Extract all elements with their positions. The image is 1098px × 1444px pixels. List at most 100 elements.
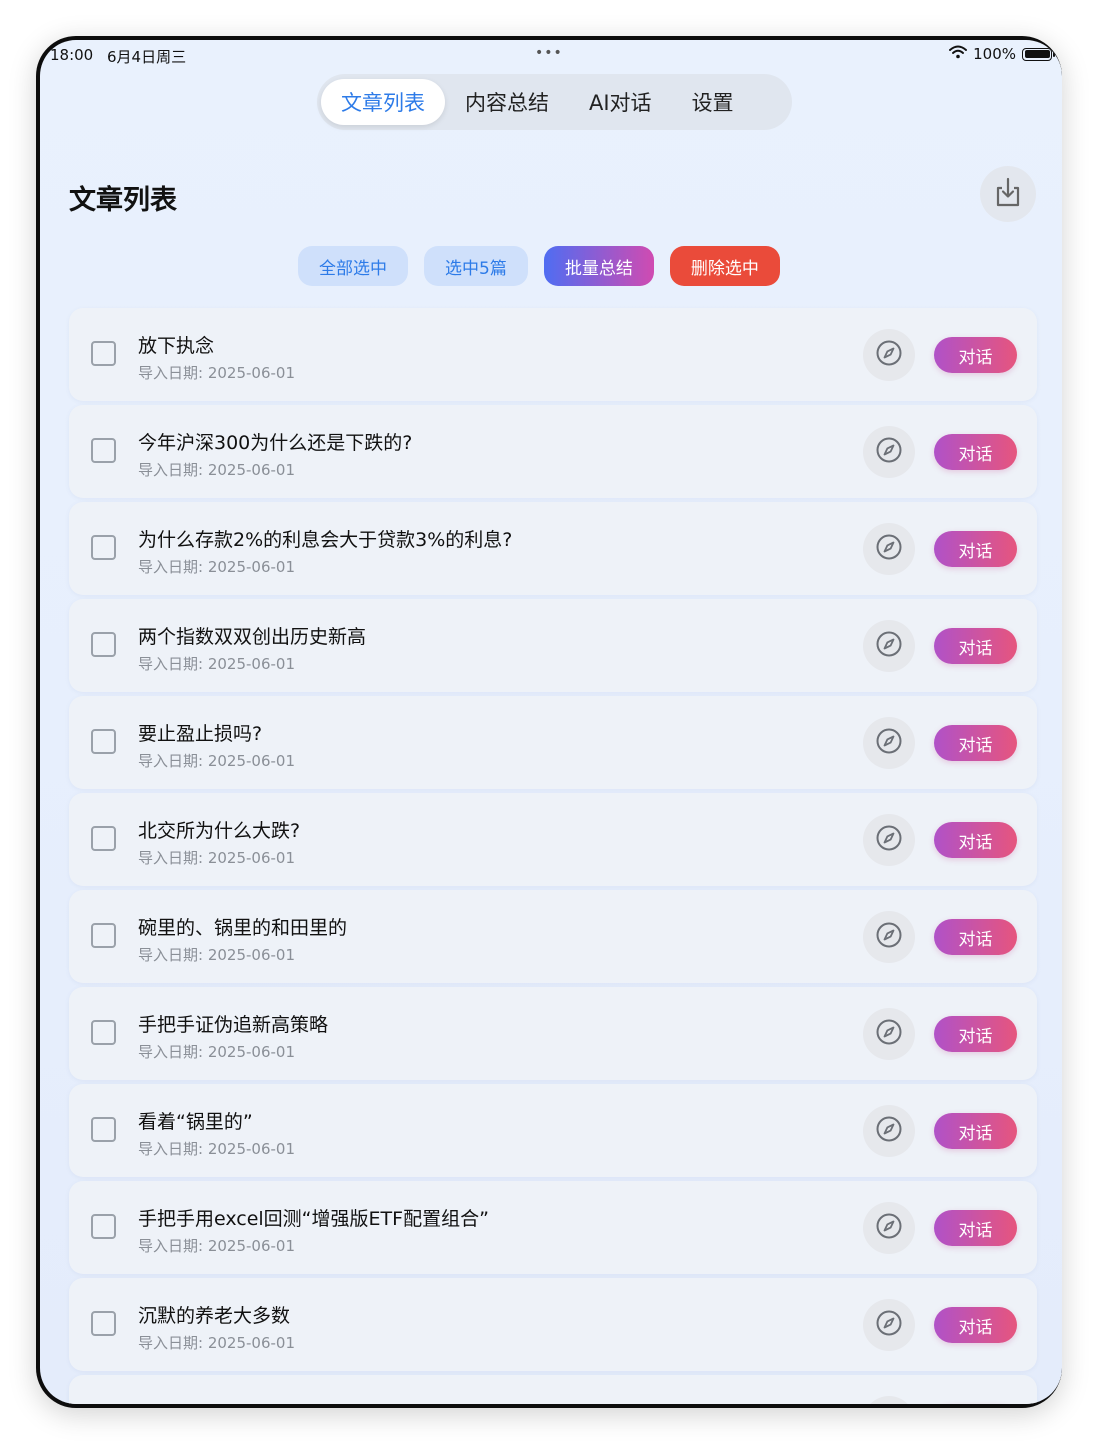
chat-button[interactable]: 对话 (934, 1307, 1017, 1343)
article-checkbox[interactable] (91, 1117, 116, 1142)
battery-icon (1022, 47, 1055, 61)
compass-button[interactable] (863, 1396, 915, 1404)
article-checkbox[interactable] (91, 1311, 116, 1336)
page-title: 文章列表 (69, 185, 177, 216)
article-import-date: 导入日期: 2025-06-01 (138, 946, 295, 964)
compass-icon (875, 727, 903, 759)
article-import-date: 导入日期: 2025-06-01 (138, 1237, 295, 1255)
device-frame: 18:00 6月4日周三 ••• 100% 文章列表 内容总结 AI对话 设置 (36, 36, 1062, 1408)
article-title: 手把手证伪追新高策略 (138, 1014, 329, 1036)
article-row[interactable]: 要止盈止损吗? 导入日期: 2025-06-01 对话 (69, 696, 1037, 789)
compass-button[interactable] (863, 620, 915, 672)
article-import-date: 导入日期: 2025-06-01 (138, 1043, 295, 1061)
article-title: 看着“锅里的” (138, 1111, 253, 1133)
compass-icon (875, 533, 903, 565)
compass-button[interactable] (863, 911, 915, 963)
download-tray-icon (993, 176, 1023, 212)
delete-selected-button[interactable]: 删除选中 (669, 246, 780, 286)
compass-button[interactable] (863, 329, 915, 381)
article-import-date: 导入日期: 2025-06-01 (138, 461, 295, 479)
article-title: 沉默的养老大多数 (138, 1305, 291, 1327)
article-row[interactable]: 两个指数双双创出历史新高 导入日期: 2025-06-01 对话 (69, 599, 1037, 692)
article-title: 要止盈止损吗? (138, 723, 263, 745)
compass-icon (875, 436, 903, 468)
compass-button[interactable] (863, 1299, 915, 1351)
article-checkbox[interactable] (91, 923, 116, 948)
article-title: 手把手用excel回测“增强版ETF配置组合” (138, 1208, 489, 1230)
compass-icon (875, 824, 903, 856)
article-row[interactable]: 碗里的、锅里的和田里的 导入日期: 2025-06-01 对话 (69, 890, 1037, 983)
chat-button[interactable]: 对话 (934, 434, 1017, 470)
article-row[interactable]: 北交所为什么大跌? 导入日期: 2025-06-01 对话 (69, 793, 1037, 886)
article-row[interactable]: 沉默的养老大多数 导入日期: 2025-06-01 对话 (69, 1278, 1037, 1371)
compass-button[interactable] (863, 814, 915, 866)
compass-icon (875, 1309, 903, 1341)
compass-icon (875, 921, 903, 953)
article-row[interactable]: 对话 (69, 1375, 1037, 1404)
chat-button[interactable]: 对话 (934, 725, 1017, 761)
article-checkbox[interactable] (91, 1020, 116, 1045)
chat-button[interactable]: 对话 (934, 1016, 1017, 1052)
compass-button[interactable] (863, 1105, 915, 1157)
tab-settings[interactable]: 设置 (672, 79, 754, 125)
status-bar: 18:00 6月4日周三 ••• 100% (40, 40, 1062, 70)
compass-button[interactable] (863, 426, 915, 478)
article-import-date: 导入日期: 2025-06-01 (138, 849, 295, 867)
wifi-icon (949, 45, 968, 63)
article-title: 今年沪深300为什么还是下跌的? (138, 432, 413, 454)
battery-percent: 100% (973, 45, 1016, 63)
tab-ai-chat[interactable]: AI对话 (569, 79, 672, 125)
compass-button[interactable] (863, 717, 915, 769)
article-row[interactable]: 今年沪深300为什么还是下跌的? 导入日期: 2025-06-01 对话 (69, 405, 1037, 498)
article-list: 放下执念 导入日期: 2025-06-01 对话 今年沪深300为什么还是下跌的… (69, 308, 1037, 1404)
article-import-date: 导入日期: 2025-06-01 (138, 558, 295, 576)
article-import-date: 导入日期: 2025-06-01 (138, 655, 295, 673)
article-import-date: 导入日期: 2025-06-01 (138, 752, 295, 770)
article-checkbox[interactable] (91, 535, 116, 560)
chat-button[interactable]: 对话 (934, 919, 1017, 955)
compass-button[interactable] (863, 1008, 915, 1060)
app-screen: 18:00 6月4日周三 ••• 100% 文章列表 内容总结 AI对话 设置 (40, 40, 1062, 1404)
compass-icon (875, 1212, 903, 1244)
chat-button[interactable]: 对话 (934, 822, 1017, 858)
status-right: 100% (949, 45, 1055, 63)
article-row[interactable]: 放下执念 导入日期: 2025-06-01 对话 (69, 308, 1037, 401)
compass-icon (875, 339, 903, 371)
article-checkbox[interactable] (91, 341, 116, 366)
article-import-date: 导入日期: 2025-06-01 (138, 364, 295, 382)
compass-button[interactable] (863, 1202, 915, 1254)
multitasking-dots[interactable]: ••• (535, 45, 563, 61)
select-all-button[interactable]: 全部选中 (298, 246, 408, 286)
article-row[interactable]: 手把手用excel回测“增强版ETF配置组合” 导入日期: 2025-06-01… (69, 1181, 1037, 1274)
chat-button[interactable]: 对话 (934, 628, 1017, 664)
status-time: 18:00 (50, 46, 94, 64)
export-button[interactable] (980, 166, 1036, 222)
chat-button[interactable]: 对话 (934, 531, 1017, 567)
article-checkbox[interactable] (91, 632, 116, 657)
bulk-actions: 全部选中 选中5篇 批量总结 删除选中 (298, 246, 780, 286)
article-import-date: 导入日期: 2025-06-01 (138, 1140, 295, 1158)
article-title: 为什么存款2%的利息会大于贷款3%的利息? (138, 529, 513, 551)
article-checkbox[interactable] (91, 1214, 116, 1239)
article-checkbox[interactable] (91, 826, 116, 851)
article-title: 碗里的、锅里的和田里的 (138, 917, 348, 939)
main-tab-bar: 文章列表 内容总结 AI对话 设置 (317, 74, 792, 130)
compass-icon (875, 1115, 903, 1147)
batch-summary-button[interactable]: 批量总结 (543, 246, 654, 286)
chat-button[interactable]: 对话 (934, 1113, 1017, 1149)
tab-article-list[interactable]: 文章列表 (321, 79, 445, 125)
article-checkbox[interactable] (91, 438, 116, 463)
chat-button[interactable]: 对话 (934, 337, 1017, 373)
article-row[interactable]: 手把手证伪追新高策略 导入日期: 2025-06-01 对话 (69, 987, 1037, 1080)
tab-content-summary[interactable]: 内容总结 (445, 79, 569, 125)
compass-icon (875, 1018, 903, 1050)
article-row[interactable]: 为什么存款2%的利息会大于贷款3%的利息? 导入日期: 2025-06-01 对… (69, 502, 1037, 595)
article-title: 北交所为什么大跌? (138, 820, 301, 842)
article-title: 两个指数双双创出历史新高 (138, 626, 367, 648)
select-five-button[interactable]: 选中5篇 (424, 246, 528, 286)
article-row[interactable]: 看着“锅里的” 导入日期: 2025-06-01 对话 (69, 1084, 1037, 1177)
article-checkbox[interactable] (91, 729, 116, 754)
chat-button[interactable]: 对话 (934, 1210, 1017, 1246)
status-date: 6月4日周三 (107, 48, 187, 66)
compass-button[interactable] (863, 523, 915, 575)
